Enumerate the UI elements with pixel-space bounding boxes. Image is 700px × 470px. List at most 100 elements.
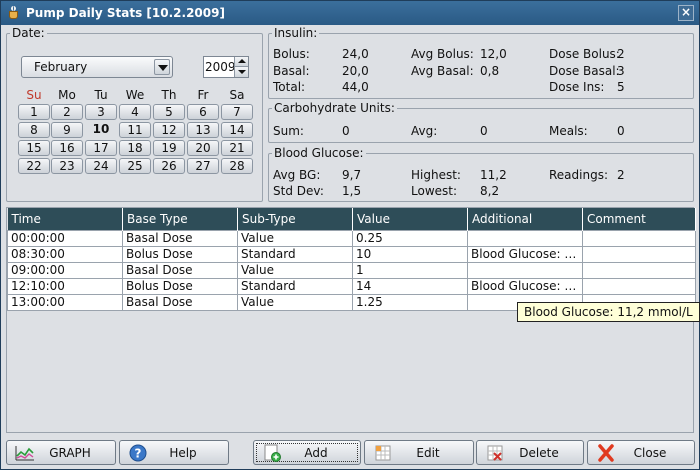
total-label: Total: [273,80,306,94]
calendar-day[interactable]: 2 [51,104,83,120]
calendar-day[interactable]: 23 [51,158,83,174]
total-value: 44,0 [342,80,369,94]
cell-sub-type[interactable]: Standard [237,245,353,263]
table-row[interactable]: 12:10:00 Bolus Dose Standard 14 Blood Gl… [7,277,696,295]
table-row[interactable]: 08:30:00 Bolus Dose Standard 10 Blood Gl… [7,245,696,263]
calendar-day[interactable]: 8 [18,122,50,138]
calendar-day[interactable]: 25 [119,158,151,174]
year-down-arrow-icon[interactable] [234,67,248,77]
avg-bg-value: 9,7 [342,168,362,182]
help-button[interactable]: ? Help [119,440,229,465]
column-header-additional[interactable]: Additional [467,208,583,230]
graph-button[interactable]: GRAPH [6,440,116,465]
calendar-day[interactable]: 19 [153,140,185,156]
cell-additional[interactable]: Blood Glucose: 11... [467,277,583,295]
cell-sub-type[interactable]: Value [237,293,353,311]
cell-base-type[interactable]: Basal Dose [122,229,238,247]
dose-bolus-value: 2 [617,47,625,61]
avg-bolus-label: Avg Bolus: [411,47,474,61]
highest-label: Highest: [411,168,461,182]
calendar-day[interactable]: 4 [119,104,151,120]
column-header-time[interactable]: Time [7,208,123,230]
year-up-arrow-icon[interactable] [234,57,248,67]
delete-button[interactable]: Delete [476,440,584,465]
calendar-day[interactable]: 22 [18,158,50,174]
calendar-day[interactable]: 17 [85,140,117,156]
add-document-icon [264,444,281,462]
year-spinner[interactable]: 2009 [203,56,249,78]
weekday-wednesday: We [125,88,145,102]
cell-value[interactable]: 1 [352,261,468,279]
readings-value: 2 [617,168,625,182]
calendar-day[interactable]: 28 [221,158,253,174]
cell-comment[interactable] [582,277,696,295]
calendar-day[interactable]: 14 [221,122,253,138]
dose-basal-value: 3 [617,64,625,78]
calendar-day[interactable]: 5 [153,104,185,120]
cell-value[interactable]: 14 [352,277,468,295]
edit-button[interactable]: Edit [364,440,474,465]
lowest-value: 8,2 [480,184,500,198]
cell-comment[interactable] [582,245,696,263]
month-select[interactable]: February [21,56,173,78]
calendar-day[interactable]: 16 [51,140,83,156]
cell-time[interactable]: 13:00:00 [7,293,123,311]
cell-additional[interactable]: Blood Glucose: 8,... [467,245,583,263]
column-header-base-type[interactable]: Base Type [122,208,238,230]
cell-additional[interactable] [467,229,583,247]
carb-avg-value: 0 [480,124,488,138]
cell-time[interactable]: 12:10:00 [7,277,123,295]
calendar-day[interactable]: 20 [187,140,219,156]
cell-time[interactable]: 09:00:00 [7,261,123,279]
calendar-day[interactable]: 27 [187,158,219,174]
cell-time[interactable]: 00:00:00 [7,229,123,247]
table-row[interactable]: 09:00:00 Basal Dose Value 1 [7,261,696,279]
calendar-day[interactable]: 15 [18,140,50,156]
cell-value[interactable]: 0.25 [352,229,468,247]
cell-sub-type[interactable]: Value [237,261,353,279]
cell-sub-type[interactable]: Standard [237,277,353,295]
date-legend: Date: [12,26,45,40]
cell-value[interactable]: 10 [352,245,468,263]
dose-ins-value: 5 [617,80,625,94]
weekday-sunday: Su [26,88,42,102]
calendar-day[interactable]: 1 [18,104,50,120]
close-button[interactable]: Close [587,440,695,465]
dose-basal-label: Dose Basal: [549,64,620,78]
calendar-day[interactable]: 6 [187,104,219,120]
calendar-day[interactable]: 13 [187,122,219,138]
edit-button-label: Edit [416,445,440,460]
calendar-day[interactable]: 24 [85,158,117,174]
weekday-friday: Fr [197,88,209,102]
cell-comment[interactable] [582,229,696,247]
column-header-sub-type[interactable]: Sub-Type [237,208,353,230]
table-row[interactable]: 00:00:00 Basal Dose Value 0.25 [7,229,696,247]
calendar-day[interactable]: 12 [153,122,185,138]
calendar-day[interactable]: 21 [221,140,253,156]
calendar-day[interactable]: 7 [221,104,253,120]
coffee-cup-icon [7,6,21,20]
add-button[interactable]: Add [253,440,361,465]
cell-base-type[interactable]: Bolus Dose [122,245,238,263]
column-header-value[interactable]: Value [352,208,468,230]
cell-value[interactable]: 1.25 [352,293,468,311]
calendar-day[interactable]: 18 [119,140,151,156]
cell-base-type[interactable]: Basal Dose [122,293,238,311]
cell-base-type[interactable]: Bolus Dose [122,277,238,295]
cell-additional[interactable] [467,261,583,279]
pump-daily-stats-window: Pump Daily Stats [10.2.2009] × Date: Feb… [0,0,700,470]
cell-sub-type[interactable]: Value [237,229,353,247]
meals-value: 0 [617,124,625,138]
cell-base-type[interactable]: Basal Dose [122,261,238,279]
calendar-day[interactable]: 11 [119,122,151,138]
calendar-day[interactable]: 9 [51,122,83,138]
window-close-button[interactable]: × [678,5,694,21]
calendar-day[interactable]: 26 [153,158,185,174]
calendar-day[interactable]: 3 [85,104,117,120]
column-header-comment[interactable]: Comment [582,208,696,230]
avg-basal-value: 0,8 [480,64,500,78]
cell-time[interactable]: 08:30:00 [7,245,123,263]
calendar-day-selected[interactable]: 10 [85,122,117,138]
cell-comment[interactable] [582,261,696,279]
chevron-down-icon[interactable] [154,59,170,75]
